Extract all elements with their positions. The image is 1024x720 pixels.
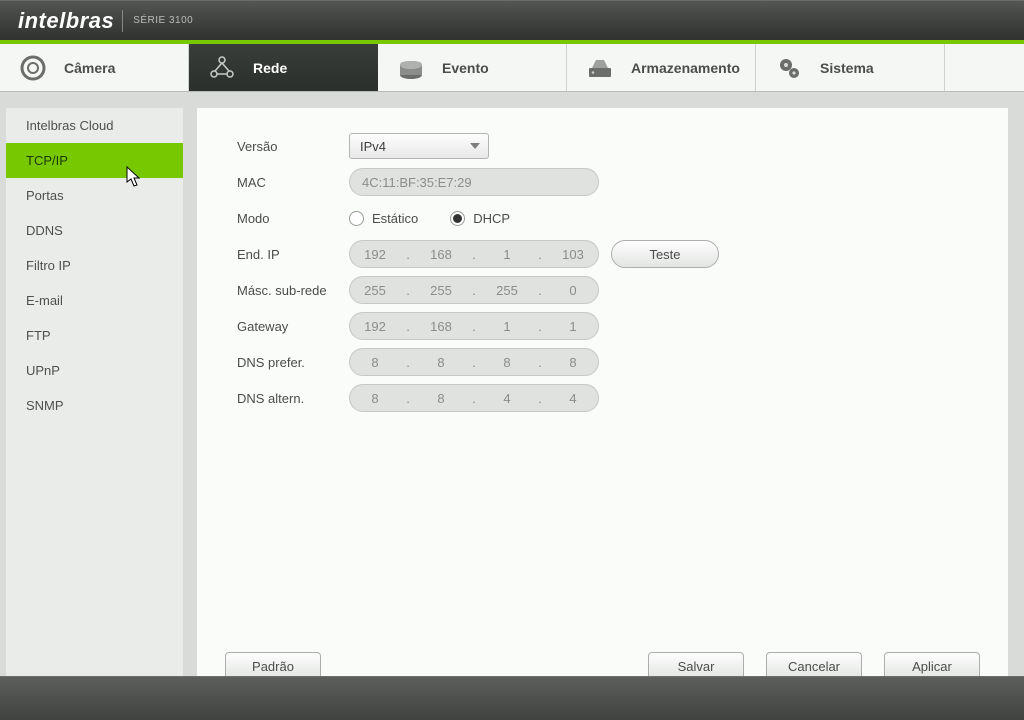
ip-octet: 0: [553, 283, 593, 298]
mac-field: 4C:11:BF:35:E7:29: [349, 168, 599, 196]
sidebar-item-label: UPnP: [26, 363, 60, 378]
label-end-ip: End. IP: [237, 247, 349, 262]
ip-octet: 1: [487, 319, 527, 334]
ip-octet: 192: [355, 319, 395, 334]
page-body: Intelbras Cloud TCP/IP Portas DDNS Filtr…: [0, 92, 1024, 720]
ip-octet: 4: [487, 391, 527, 406]
sidebar-item-label: FTP: [26, 328, 51, 343]
ip-octet: 8: [355, 391, 395, 406]
nav-label: Câmera: [64, 60, 115, 76]
sidebar-item-intelbras-cloud[interactable]: Intelbras Cloud: [6, 108, 183, 143]
teste-button[interactable]: Teste: [611, 240, 719, 268]
sidebar-item-snmp[interactable]: SNMP: [6, 388, 183, 423]
ip-octet: 8: [355, 355, 395, 370]
gateway-field[interactable]: 192. 168. 1. 1: [349, 312, 599, 340]
network-icon: [207, 53, 237, 83]
sidebar-item-email[interactable]: E-mail: [6, 283, 183, 318]
nav-label: Evento: [442, 60, 489, 76]
versao-select[interactable]: IPv4: [349, 133, 489, 159]
ip-octet: 1: [487, 247, 527, 262]
ip-octet: 255: [421, 283, 461, 298]
nav-sistema[interactable]: Sistema: [756, 44, 945, 91]
label-gateway: Gateway: [237, 319, 349, 334]
sidebar-item-upnp[interactable]: UPnP: [6, 353, 183, 388]
ip-octet: 8: [421, 391, 461, 406]
ip-octet: 192: [355, 247, 395, 262]
sidebar-item-label: Intelbras Cloud: [26, 118, 113, 133]
ip-octet: 4: [553, 391, 593, 406]
button-label: Salvar: [678, 659, 715, 674]
logo-separator: [122, 10, 123, 32]
gear-icon: [774, 53, 804, 83]
nav-camera[interactable]: Câmera: [0, 44, 189, 91]
nav-armazenamento[interactable]: Armazenamento: [567, 44, 756, 91]
select-value: IPv4: [360, 139, 386, 154]
dns-prefer-field[interactable]: 8. 8. 8. 8: [349, 348, 599, 376]
nav-label: Rede: [253, 60, 287, 76]
dns-altern-field[interactable]: 8. 8. 4. 4: [349, 384, 599, 412]
ip-field[interactable]: 192. 168. 1. 103: [349, 240, 599, 268]
mask-field[interactable]: 255. 255. 255. 0: [349, 276, 599, 304]
bottom-strip: [0, 676, 1024, 720]
series-label: SÉRIE 3100: [133, 15, 193, 26]
storage-icon: [585, 53, 615, 83]
content-panel: Versão IPv4 MAC 4C:11:BF:35:E7:29 Modo E…: [197, 108, 1008, 704]
sidebar-item-label: Filtro IP: [26, 258, 71, 273]
sidebar-item-label: TCP/IP: [26, 153, 68, 168]
nav-label: Sistema: [820, 60, 874, 76]
sidebar-item-filtro-ip[interactable]: Filtro IP: [6, 248, 183, 283]
sidebar-item-label: DDNS: [26, 223, 63, 238]
ip-octet: 255: [487, 283, 527, 298]
chevron-down-icon: [470, 143, 480, 149]
sidebar-item-ftp[interactable]: FTP: [6, 318, 183, 353]
modo-radio-group: Estático DHCP: [349, 211, 534, 226]
ip-octet: 8: [553, 355, 593, 370]
sidebar-item-tcpip[interactable]: TCP/IP: [6, 143, 183, 178]
sidebar-item-label: Portas: [26, 188, 64, 203]
label-dns-altern: DNS altern.: [237, 391, 349, 406]
main-nav: Câmera Rede Evento Armazenamento Sistema: [0, 44, 1024, 92]
app-header: intelbras SÉRIE 3100: [0, 0, 1024, 40]
sidebar-item-ddns[interactable]: DDNS: [6, 213, 183, 248]
nav-label: Armazenamento: [631, 60, 740, 76]
radio-label-estatico: Estático: [372, 211, 418, 226]
label-dns-prefer: DNS prefer.: [237, 355, 349, 370]
nav-rede[interactable]: Rede: [189, 44, 378, 91]
button-label: Teste: [649, 247, 680, 262]
camera-icon: [18, 53, 48, 83]
button-label: Padrão: [252, 659, 294, 674]
label-versao: Versão: [237, 139, 349, 154]
sidebar-item-label: E-mail: [26, 293, 63, 308]
event-icon: [396, 53, 426, 83]
mac-value: 4C:11:BF:35:E7:29: [362, 175, 472, 190]
label-mascara: Másc. sub-rede: [237, 283, 349, 298]
label-modo: Modo: [237, 211, 349, 226]
button-label: Aplicar: [912, 659, 952, 674]
radio-label-dhcp: DHCP: [473, 211, 510, 226]
radio-estatico[interactable]: [349, 211, 364, 226]
ip-octet: 8: [487, 355, 527, 370]
ip-octet: 1: [553, 319, 593, 334]
brand-logo: intelbras: [18, 8, 114, 34]
sidebar: Intelbras Cloud TCP/IP Portas DDNS Filtr…: [6, 108, 183, 720]
radio-dhcp[interactable]: [450, 211, 465, 226]
label-mac: MAC: [237, 175, 349, 190]
ip-octet: 255: [355, 283, 395, 298]
nav-evento[interactable]: Evento: [378, 44, 567, 91]
ip-octet: 103: [553, 247, 593, 262]
ip-octet: 8: [421, 355, 461, 370]
sidebar-item-label: SNMP: [26, 398, 64, 413]
button-label: Cancelar: [788, 659, 840, 674]
ip-octet: 168: [421, 319, 461, 334]
sidebar-item-portas[interactable]: Portas: [6, 178, 183, 213]
ip-octet: 168: [421, 247, 461, 262]
